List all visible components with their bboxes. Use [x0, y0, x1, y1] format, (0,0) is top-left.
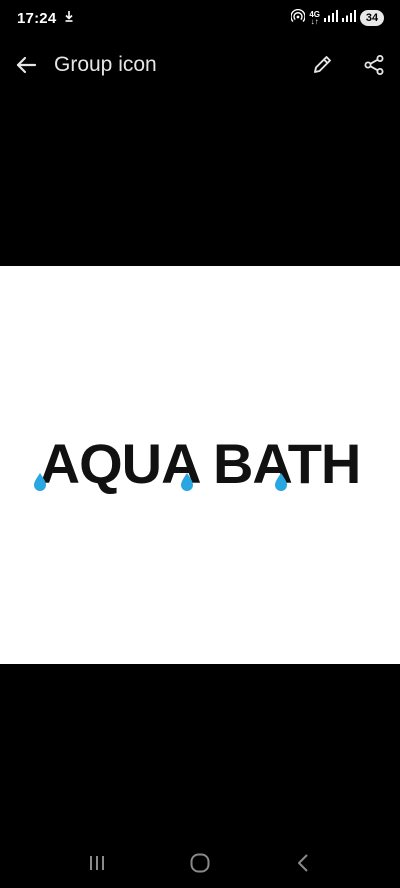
signal-icon-2 [342, 9, 356, 27]
nav-back-button[interactable] [273, 841, 333, 885]
edit-button[interactable] [298, 41, 346, 89]
back-button[interactable] [2, 41, 50, 89]
pencil-icon [314, 56, 331, 73]
download-icon [64, 9, 74, 27]
status-right: 4G ↓↑ 34 [290, 8, 384, 28]
share-button[interactable] [350, 41, 398, 89]
recent-apps-button[interactable] [67, 841, 127, 885]
share-icon [364, 55, 384, 75]
arrow-left-icon [16, 56, 37, 74]
signal-icon [324, 9, 338, 27]
network-type: 4G ↓↑ [309, 11, 320, 26]
aqua-bath-logo: AQUA BATH [34, 435, 361, 495]
app-bar: Group icon [0, 36, 400, 94]
group-icon-image[interactable]: AQUA BATH [0, 266, 400, 664]
recent-apps-icon [90, 856, 105, 870]
logo-text: AQUA BATH [40, 435, 361, 495]
page-title: Group icon [54, 53, 157, 76]
screen: 17:24 4G ↓↑ 34 Group icon AQUA BATH [0, 0, 400, 888]
battery-indicator: 34 [360, 10, 384, 26]
status-time: 17:24 [17, 9, 57, 27]
home-button[interactable] [170, 841, 230, 885]
system-nav-bar [0, 838, 400, 888]
network-activity: ↓↑ [310, 17, 319, 26]
chevron-left-icon [297, 854, 308, 872]
app-actions [298, 41, 398, 89]
home-icon [190, 853, 210, 873]
status-left: 17:24 [17, 9, 74, 27]
status-bar: 17:24 4G ↓↑ 34 [0, 0, 400, 36]
hotspot-icon [290, 8, 306, 28]
